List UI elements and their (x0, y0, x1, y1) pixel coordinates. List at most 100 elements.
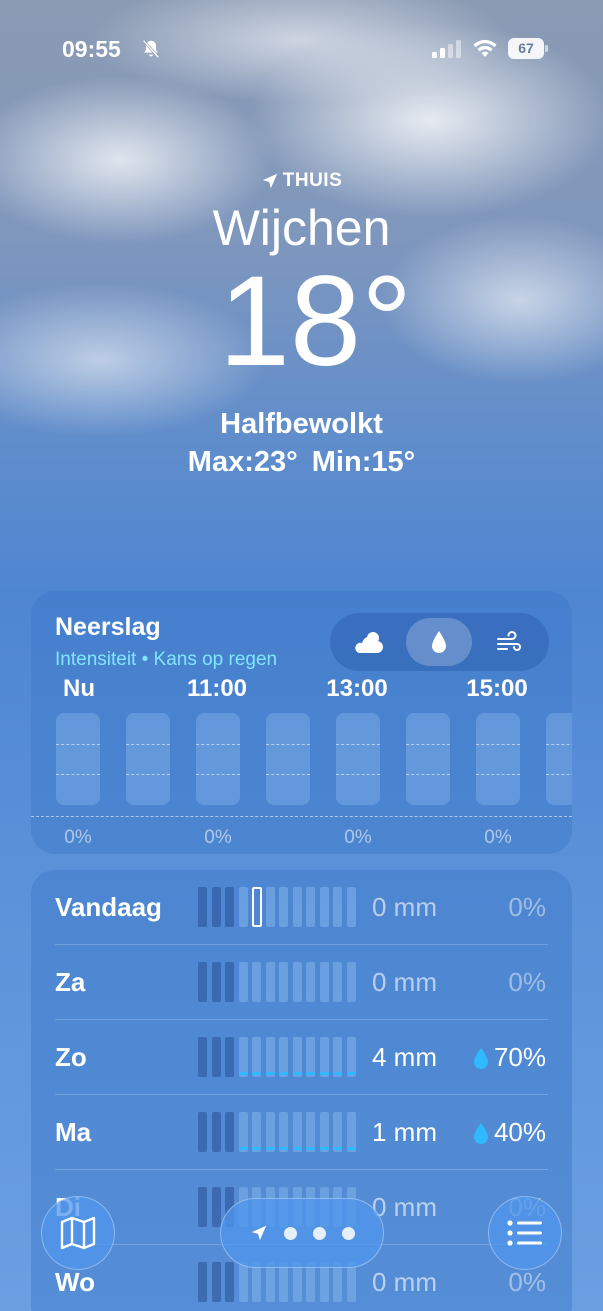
city-name: Wijchen (212, 200, 391, 256)
hour-percent: 0% (204, 827, 232, 848)
day-bars (198, 962, 358, 1002)
day-bar-segment (198, 887, 207, 927)
hour-bar (546, 713, 572, 805)
day-chance-text: 40% (493, 1117, 546, 1147)
location-arrow-icon (251, 1225, 266, 1241)
hour-bar (266, 713, 310, 805)
battery-icon: 67 (508, 38, 548, 59)
city-list-button[interactable] (488, 1196, 562, 1270)
day-bar-segment (265, 887, 275, 927)
day-bar-segment (198, 1187, 207, 1227)
hour-labels: Nu 11:00 13:00 15:00 (31, 675, 572, 705)
day-row[interactable]: Zo 4 mm 70% (31, 1020, 572, 1095)
day-bar-segment (198, 962, 207, 1002)
card-subtitle: Intensiteit • Kans op regen (55, 649, 278, 670)
day-bar-segment (333, 962, 342, 1002)
day-bar-segment (252, 1037, 261, 1077)
baseline (31, 816, 572, 817)
day-name: Ma (55, 1117, 92, 1147)
day-bar-segment (319, 887, 329, 927)
hour-label: 15:00 (466, 675, 528, 702)
day-amount: 0 mm (372, 892, 437, 922)
day-bar-segment (265, 1262, 275, 1302)
day-bar-segment (346, 887, 356, 927)
high-low-temperature: Max:23° Min:15° (187, 446, 416, 478)
current-temperature: 18° (218, 250, 413, 393)
day-amount: 0 mm (372, 1267, 437, 1297)
day-bar-segment (279, 1037, 288, 1077)
day-bar-segment (333, 1262, 342, 1302)
page-indicator[interactable] (220, 1198, 384, 1268)
page-dot[interactable] (283, 1226, 297, 1240)
day-bar-segment (198, 1112, 207, 1152)
day-bar-segment (346, 1037, 356, 1077)
day-bar-segment (346, 962, 356, 1002)
mode-selector[interactable] (330, 613, 549, 671)
day-bar-segment (211, 1112, 221, 1152)
day-bar-segment (306, 1262, 315, 1302)
hour-bar (196, 713, 240, 805)
mode-conditions-button[interactable] (336, 618, 402, 666)
day-bars (198, 887, 358, 927)
day-bar-segment (333, 1112, 342, 1152)
day-amount: 0 mm (372, 1192, 437, 1222)
day-amount: 4 mm (372, 1042, 437, 1072)
day-bar-segment (211, 1037, 221, 1077)
day-row[interactable]: Za 0 mm 0% (31, 945, 572, 1020)
day-row[interactable]: Ma 1 mm 40% (31, 1095, 572, 1170)
day-bar-segment (346, 1112, 356, 1152)
list-icon (507, 1220, 542, 1246)
mode-wind-button[interactable] (476, 618, 542, 666)
hour-bar (406, 713, 450, 805)
cellular-signal-icon (432, 40, 461, 58)
day-bar-segment (225, 1037, 234, 1077)
day-bar-segment (319, 1262, 329, 1302)
hour-label: 11:00 (186, 675, 248, 702)
day-bar-segment (292, 1037, 302, 1077)
day-bar-segment (238, 1037, 248, 1077)
bell-slash-icon (142, 39, 160, 59)
page-dot[interactable] (341, 1226, 355, 1240)
day-bar-segment (252, 1262, 261, 1302)
map-button[interactable] (41, 1196, 115, 1270)
mode-precipitation-button[interactable] (406, 618, 472, 666)
hour-percent: 0% (344, 827, 372, 848)
day-bar-segment (319, 1037, 329, 1077)
day-bar-segment (292, 887, 302, 927)
day-amount: 1 mm (372, 1117, 437, 1147)
location-header: THUIS Wijchen 18° Halfbewolkt Max:23° Mi… (0, 168, 603, 479)
day-bar-segment (333, 887, 342, 927)
day-bars (198, 1262, 358, 1302)
raindrop-icon (473, 1047, 488, 1069)
day-row[interactable]: Vandaag 0 mm 0% (31, 870, 572, 945)
day-bar-segment (279, 962, 288, 1002)
hour-percent: 0% (484, 827, 512, 848)
day-chance-text: 70% (493, 1042, 546, 1072)
day-bar-segment (319, 962, 329, 1002)
day-bar-segment (198, 1262, 207, 1302)
day-chance-text: 0% (508, 967, 546, 997)
status-time: 09:55 (62, 36, 121, 62)
day-bar-segment (252, 1112, 261, 1152)
day-bars (198, 1112, 358, 1152)
raindrop-icon (432, 631, 446, 653)
day-amount: 0 mm (372, 967, 437, 997)
day-bar-segment (211, 887, 221, 927)
cloud-sun-icon (355, 632, 383, 653)
card-title: Neerslag (55, 613, 161, 641)
hour-label: 13:00 (326, 675, 388, 702)
day-chance: 40% (472, 1117, 546, 1148)
precipitation-card[interactable]: Neerslag Intensiteit • Kans op regen Nu … (31, 591, 572, 854)
day-bar-segment (225, 1262, 234, 1302)
battery-level: 67 (508, 38, 544, 59)
day-bar-segment (333, 1037, 342, 1077)
day-name: Zo (55, 1042, 87, 1072)
raindrop-icon (473, 1122, 488, 1144)
day-bar-segment (292, 962, 302, 1002)
day-bar-segment (211, 1187, 221, 1227)
location-label-text: THUIS (282, 170, 343, 191)
day-bar-segment (306, 962, 315, 1002)
day-name: Wo (55, 1267, 95, 1297)
page-dot[interactable] (312, 1226, 326, 1240)
day-bar-segment (225, 887, 234, 927)
